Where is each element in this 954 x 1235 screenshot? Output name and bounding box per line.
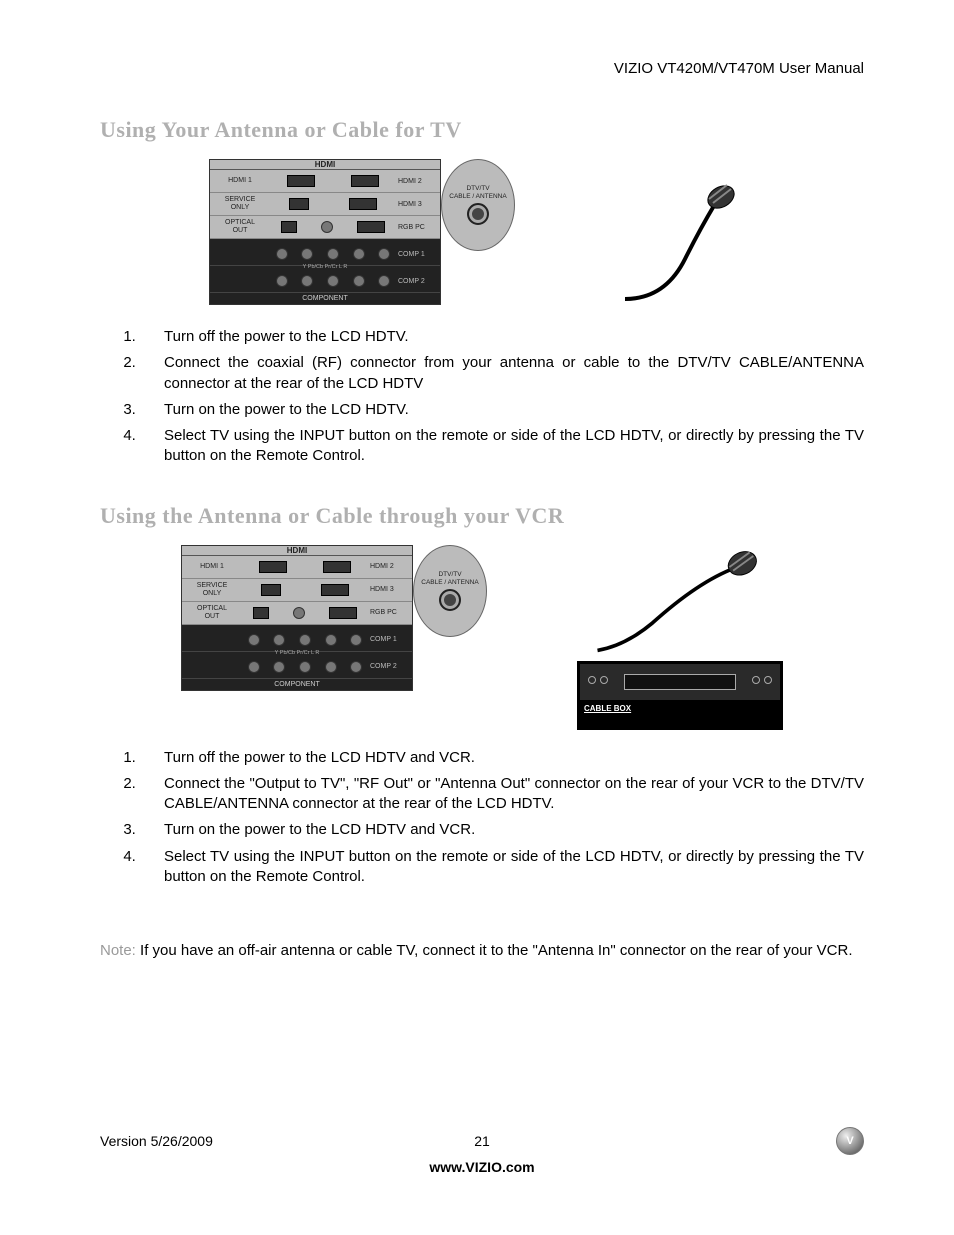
p2-hdmi3-port <box>321 584 349 596</box>
comp1-label: COMP 1 <box>396 251 440 258</box>
cb-dot-r2 <box>764 676 772 684</box>
p2-service-label: SERVICE ONLY <box>182 582 242 598</box>
note-label: Note: <box>100 942 136 959</box>
p2-comp2-pb <box>273 661 285 673</box>
coax-cable-icon-2 <box>580 545 780 655</box>
cable-box-diagram: CABLE BOX <box>577 661 783 730</box>
p2-hdmi3-label: HDMI 3 <box>368 586 412 593</box>
s2-step-2: Connect the "Output to TV", "RF Out" or … <box>140 774 864 815</box>
p2-comp2-label: COMP 2 <box>368 663 412 670</box>
note-paragraph: Note: If you have an off-air antenna or … <box>100 941 864 961</box>
footer-page-number: 21 <box>100 1133 864 1149</box>
page-header: VIZIO VT420M/VT470M User Manual <box>100 60 864 77</box>
comp2-y <box>276 275 288 287</box>
audio-jack <box>321 221 333 233</box>
connector-panel-1: HDMI HDMI 1 HDMI 2 SERVICE ONLY HDMI 3 O… <box>209 159 515 305</box>
p2-service-port <box>261 584 281 596</box>
comp2-r <box>378 275 390 287</box>
hdmi3-label: HDMI 3 <box>396 201 440 208</box>
p2-ant-line2: CABLE / ANTENNA <box>421 579 478 587</box>
s2-step-3: Turn on the power to the LCD HDTV and VC… <box>140 820 864 840</box>
comp2-pr <box>327 275 339 287</box>
comp2-l <box>353 275 365 287</box>
p2-comp-pb <box>273 634 285 646</box>
s2-step-1: Turn off the power to the LCD HDTV and V… <box>140 748 864 768</box>
optical-port <box>281 221 297 233</box>
hdmi3-port <box>349 198 377 210</box>
p2-optical-label: OPTICAL OUT <box>182 605 242 621</box>
p2-ant-line1: DTV/TV <box>438 571 461 579</box>
antenna-connector-2: DTV/TV CABLE / ANTENNA <box>413 545 487 637</box>
cable-box-label: CABLE BOX <box>578 702 782 715</box>
p2-hdmi2-port <box>323 561 351 573</box>
p2-comp-r <box>350 634 362 646</box>
panel2-top-label: HDMI <box>182 546 412 556</box>
comp-y <box>276 248 288 260</box>
p2-optical-port <box>253 607 269 619</box>
section-2-heading: Using the Antenna or Cable through your … <box>100 503 864 529</box>
comp-pb <box>301 248 313 260</box>
cb-dot-r1 <box>752 676 760 684</box>
service-port <box>289 198 309 210</box>
section-1-figure: HDMI HDMI 1 HDMI 2 SERVICE ONLY HDMI 3 O… <box>100 159 864 309</box>
comp2-pb <box>301 275 313 287</box>
optical-out-label: OPTICAL OUT <box>210 219 270 235</box>
hdmi1-label: HDMI 1 <box>210 177 270 185</box>
s1-step-4: Select TV using the INPUT button on the … <box>140 426 864 467</box>
coax-cable-icon <box>605 159 755 309</box>
connector-panel-2: HDMI HDMI 1 HDMI 2 SERVICE ONLY HDMI 3 O… <box>181 545 487 691</box>
cb-slot <box>624 674 736 690</box>
p2-comp2-l <box>325 661 337 673</box>
cb-dot-l1 <box>588 676 596 684</box>
p2-comp2-r <box>350 661 362 673</box>
comp2-label: COMP 2 <box>396 278 440 285</box>
p2-hdmi2-label: HDMI 2 <box>368 563 412 570</box>
p2-comp2-pr <box>299 661 311 673</box>
p2-hdmi1-label: HDMI 1 <box>182 563 242 571</box>
rgb-port <box>357 221 385 233</box>
panel-top-label: HDMI <box>210 160 440 170</box>
p2-comp-pr <box>299 634 311 646</box>
page-footer: Version 5/26/2009 21 V www.VIZIO.com <box>100 1127 864 1175</box>
antenna-connector-1: DTV/TV CABLE / ANTENNA <box>441 159 515 251</box>
section-1-heading: Using Your Antenna or Cable for TV <box>100 117 864 143</box>
comp-r <box>378 248 390 260</box>
p2-audio-jack <box>293 607 305 619</box>
p2-comp2-y <box>248 661 260 673</box>
cb-dot-l2 <box>600 676 608 684</box>
hdmi2-label: HDMI 2 <box>396 178 440 185</box>
s1-step-1: Turn off the power to the LCD HDTV. <box>140 327 864 347</box>
p2-hdmi1-port <box>259 561 287 573</box>
s2-step-4: Select TV using the INPUT button on the … <box>140 847 864 888</box>
hdmi2-port <box>351 175 379 187</box>
note-text: If you have an off-air antenna or cable … <box>136 942 853 959</box>
comp-pr <box>327 248 339 260</box>
s1-step-3: Turn on the power to the LCD HDTV. <box>140 400 864 420</box>
s1-step-2: Connect the coaxial (RF) connector from … <box>140 353 864 394</box>
component-label: COMPONENT <box>210 293 440 302</box>
p2-component-label: COMPONENT <box>182 679 412 688</box>
section-2-steps: Turn off the power to the LCD HDTV and V… <box>100 748 864 894</box>
p2-rgbpc-label: RGB PC <box>368 609 412 616</box>
hdmi1-port <box>287 175 315 187</box>
p2-comp1-label: COMP 1 <box>368 636 412 643</box>
p2-rgb-port <box>329 607 357 619</box>
footer-url: www.VIZIO.com <box>100 1159 864 1175</box>
ant-line2: CABLE / ANTENNA <box>449 193 506 201</box>
coax-jack-icon <box>467 203 489 225</box>
comp-l <box>353 248 365 260</box>
p2-comp-y <box>248 634 260 646</box>
ant-line1: DTV/TV <box>466 185 489 193</box>
service-only-label: SERVICE ONLY <box>210 196 270 212</box>
section-1-steps: Turn off the power to the LCD HDTV. Conn… <box>100 327 864 473</box>
p2-comp-l <box>325 634 337 646</box>
p2-coax-jack-icon <box>439 589 461 611</box>
section-2-figure: HDMI HDMI 1 HDMI 2 SERVICE ONLY HDMI 3 O… <box>100 545 864 730</box>
rgbpc-label: RGB PC <box>396 224 440 231</box>
